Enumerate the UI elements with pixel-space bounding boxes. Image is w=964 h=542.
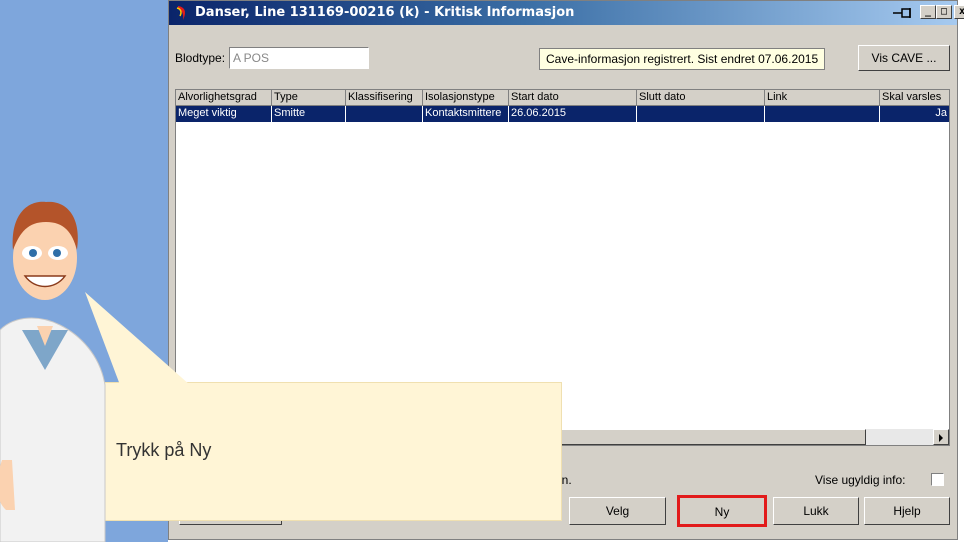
- table-cell: [765, 106, 880, 122]
- bloodtype-field[interactable]: A POS: [229, 47, 369, 69]
- column-header[interactable]: Type: [272, 90, 346, 106]
- table-cell: Kontaktsmittere: [423, 106, 509, 122]
- vis-cave-button[interactable]: Vis CAVE ...: [858, 45, 950, 71]
- table-cell: [637, 106, 765, 122]
- vise-ugyldig-label: Vise ugyldig info:: [815, 473, 906, 487]
- minimize-button[interactable]: _: [920, 5, 936, 19]
- column-header[interactable]: Alvorlighetsgrad: [176, 90, 272, 106]
- column-header[interactable]: Isolasjonstype: [423, 90, 509, 106]
- column-header[interactable]: Slutt dato: [637, 90, 765, 106]
- table-cell: 26.06.2015: [509, 106, 637, 122]
- title-bar: Danser, Line 131169-00216 (k) - Kritisk …: [169, 1, 964, 25]
- arrow-right-icon: [939, 434, 943, 442]
- maximize-button[interactable]: □: [936, 5, 952, 19]
- table-cell: Meget viktig: [176, 106, 272, 122]
- column-header[interactable]: Start dato: [509, 90, 637, 106]
- lukk-button[interactable]: Lukk: [773, 497, 859, 525]
- pin-icon[interactable]: [892, 7, 914, 19]
- app-logo-icon: [176, 6, 186, 20]
- ny-button[interactable]: Ny: [677, 495, 767, 527]
- table-cell: [346, 106, 423, 122]
- hjelp-button[interactable]: Hjelp: [864, 497, 950, 525]
- velg-button[interactable]: Velg: [569, 497, 666, 525]
- column-header[interactable]: Link: [765, 90, 880, 106]
- table-cell: Ja: [880, 106, 949, 122]
- column-header[interactable]: Klassifisering: [346, 90, 423, 106]
- scroll-right-button[interactable]: [933, 429, 949, 445]
- cave-info-text: Cave-informasjon registrert. Sist endret…: [539, 48, 826, 70]
- window-title: Danser, Line 131169-00216 (k) - Kritisk …: [195, 5, 575, 20]
- table-cell: Smitte: [272, 106, 346, 122]
- vise-ugyldig-checkbox[interactable]: [931, 473, 944, 486]
- column-header[interactable]: Skal varsles: [880, 90, 949, 106]
- bloodtype-label: Blodtype:: [175, 51, 226, 65]
- doctor-avatar: [0, 201, 190, 542]
- close-button[interactable]: x: [954, 5, 964, 19]
- callout-text: Trykk på Ny: [116, 440, 212, 460]
